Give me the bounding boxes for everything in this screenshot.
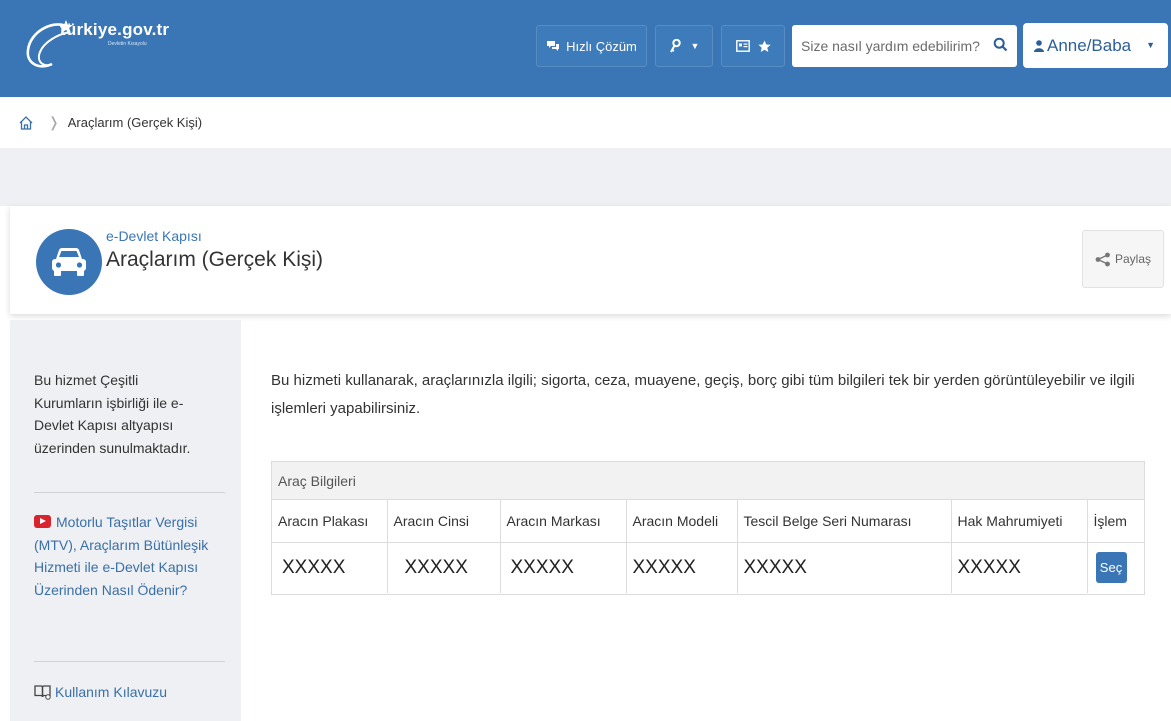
vehicle-info-panel: Araç Bilgileri Aracın Plakası Aracın Cin…: [271, 461, 1145, 595]
user-label: Anne/Baba: [1047, 35, 1132, 55]
page-subtitle: e-Devlet Kapısı: [106, 228, 202, 244]
user-guide-link[interactable]: Kullanım Kılavuzu: [34, 684, 167, 700]
breadcrumb-separator-icon: ❭: [48, 114, 60, 130]
mtv-video-link-label: Motorlu Taşıtlar Vergisi (MTV), Araçları…: [34, 514, 209, 598]
table-cell: XXXXX: [272, 542, 388, 593]
select-button[interactable]: Seç: [1095, 552, 1127, 584]
top-header-bar: türkiye.gov.tr Devletin Kısayolu Hızlı Ç…: [0, 0, 1171, 97]
id-card-icon: [735, 40, 750, 52]
favorites-button[interactable]: [721, 25, 785, 67]
spacer-band: [0, 148, 1171, 206]
divider: [34, 492, 225, 493]
table-cell: XXXXX: [951, 542, 1088, 593]
user-icon: [1034, 39, 1044, 52]
logo-tagline: Devletin Kısayolu: [108, 41, 147, 47]
share-label: Paylaş: [1114, 252, 1152, 266]
search-input[interactable]: [792, 38, 982, 54]
column-header: Aracın Markası: [500, 500, 627, 543]
table-cell: XXXXX: [500, 542, 627, 593]
accessibility-menu-button[interactable]: ▼: [655, 25, 713, 67]
column-header: Aracın Modeli: [626, 500, 738, 543]
search-box: [792, 25, 1017, 67]
panel-title: Araç Bilgileri: [272, 462, 1144, 500]
share-button[interactable]: Paylaş: [1082, 230, 1164, 288]
user-guide-label: Kullanım Kılavuzu: [55, 684, 168, 700]
breadcrumb: ❭ Araçlarım (Gerçek Kişi): [0, 97, 1171, 148]
intro-text: Bu hizmeti kullanarak, araçlarınızla ilg…: [271, 372, 1135, 417]
youtube-icon: [34, 515, 51, 528]
column-header: Aracın Cinsi: [387, 500, 501, 543]
column-header: Tescil Belge Seri Numarası: [737, 500, 952, 543]
chevron-down-icon: ▼: [1146, 40, 1155, 50]
column-header: Hak Mahrumiyeti: [951, 500, 1088, 543]
column-header: İşlem: [1087, 500, 1144, 543]
star-icon: [757, 40, 771, 52]
key-icon: [669, 38, 681, 52]
quick-solution-label: Hızlı Çözüm: [566, 38, 637, 54]
table-cell: Seç: [1087, 542, 1144, 593]
table-cell: XXXXX: [626, 542, 738, 593]
table-header-row: Aracın Plakası Aracın Cinsi Aracın Marka…: [272, 500, 1144, 543]
sidebar-info-text: Bu hizmet Çeşitli Kurumların işbirliği i…: [34, 372, 191, 456]
chevron-down-icon: ▼: [690, 41, 700, 51]
mtv-video-link[interactable]: Motorlu Taşıtlar Vergisi (MTV), Araçları…: [34, 511, 214, 601]
logo-text: türkiye.gov.tr: [60, 20, 170, 39]
vehicle-table: Aracın Plakası Aracın Cinsi Aracın Marka…: [272, 500, 1144, 593]
breadcrumb-current: Araçlarım (Gerçek Kişi): [67, 115, 203, 130]
sidebar: Bu hizmet Çeşitli Kurumların işbirliği i…: [10, 320, 241, 721]
divider: [34, 661, 225, 662]
car-icon: [36, 229, 102, 295]
page-header: e-Devlet Kapısı Araçlarım (Gerçek Kişi) …: [10, 206, 1171, 314]
table-row: XXXXX XXXXX XXXXX XXXXX XXXXX XXXXX Seç: [272, 542, 1144, 593]
quick-solution-button[interactable]: Hızlı Çözüm: [536, 25, 647, 67]
user-menu-button[interactable]: Anne/Baba ▼: [1023, 23, 1168, 68]
share-icon: [1095, 252, 1110, 266]
table-cell: XXXXX: [737, 542, 952, 593]
table-cell: XXXXX: [387, 542, 501, 593]
home-icon[interactable]: [18, 115, 34, 131]
search-icon[interactable]: [993, 37, 1008, 52]
chat-bubbles-icon: [547, 41, 560, 51]
column-header: Aracın Plakası: [272, 500, 388, 543]
book-icon: [34, 685, 51, 700]
page-title: Araçlarım (Gerçek Kişi): [106, 248, 324, 271]
